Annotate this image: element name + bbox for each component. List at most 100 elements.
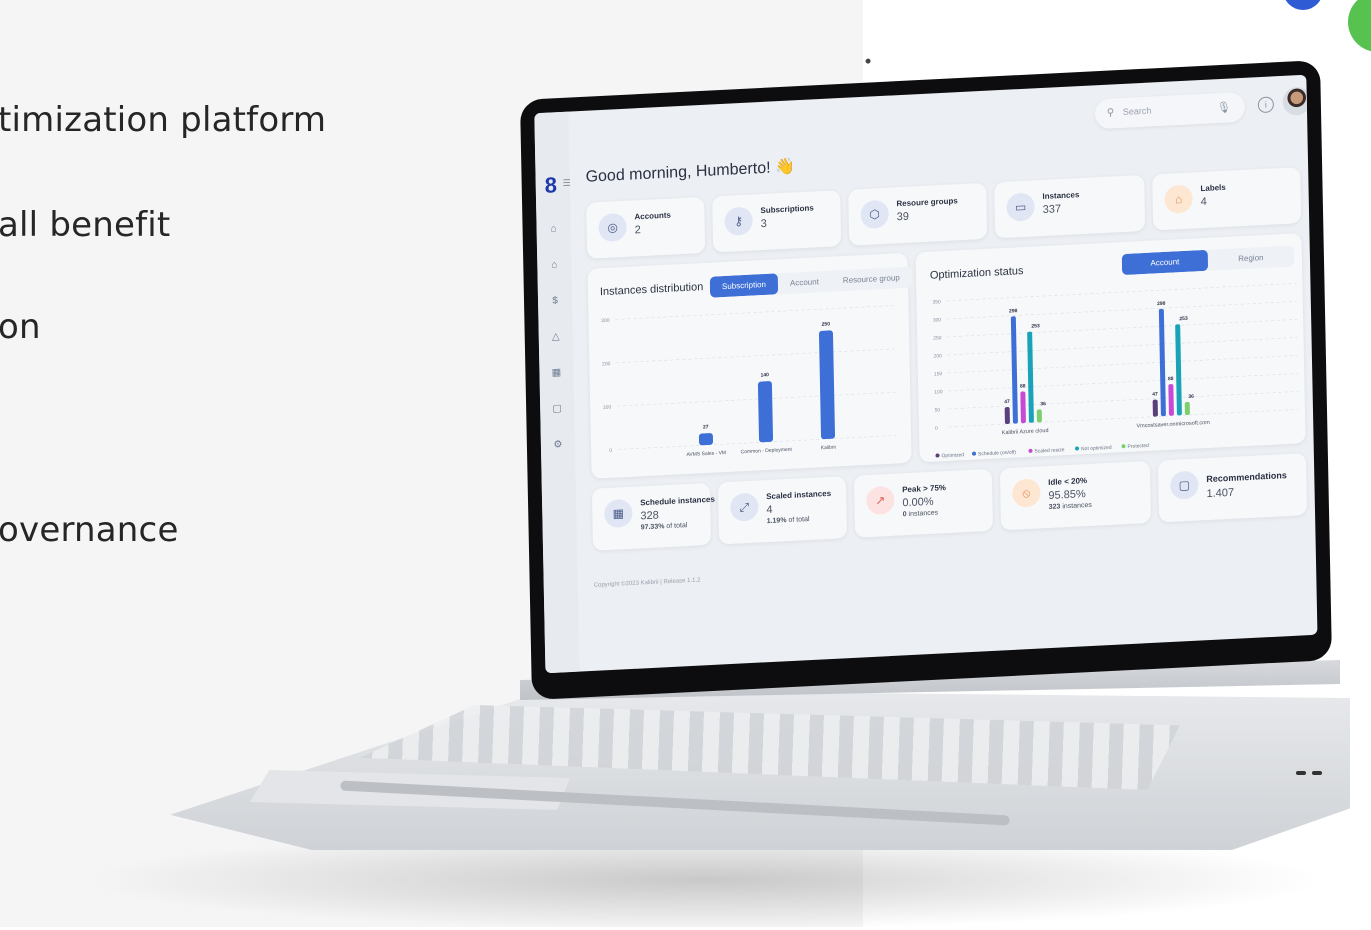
home-icon[interactable]: ⌂ [546, 222, 560, 237]
card-recommendations[interactable]: ▢ Recommendations 1.407 [1157, 453, 1308, 523]
legend-label: Scaled resize [1034, 447, 1064, 455]
slide-bullet-3: on [0, 307, 41, 347]
stat-value: 39 [896, 210, 910, 224]
y-tick-label: 200 [933, 353, 942, 359]
y-tick-label: 300 [933, 317, 942, 323]
tab-region[interactable]: Region [1208, 246, 1294, 271]
bar [698, 433, 714, 446]
bar [1020, 391, 1026, 424]
stat-value: 2 [634, 224, 641, 237]
card-value: 1.407 [1206, 486, 1235, 501]
card-value: 95.85% [1048, 488, 1086, 502]
bar [1158, 308, 1166, 417]
search-box[interactable]: ⚲ Search 🎙 [1094, 91, 1246, 130]
tab-subscription[interactable]: Subscription [709, 273, 779, 298]
data-label: 253 [1031, 323, 1040, 329]
app-logo[interactable]: 8 [544, 172, 557, 199]
card-scaled-instances[interactable]: ⤢ Scaled instances 4 1.19% of total [717, 476, 848, 545]
card-peak[interactable]: ↗ Peak > 75% 0.00% 0 instances [853, 468, 994, 538]
card-value: 328 [640, 509, 659, 523]
card-schedule-instances[interactable]: ▦ Schedule instances 328 97.33% of total [591, 482, 715, 551]
cloud-icon[interactable]: △ [549, 330, 563, 345]
cost-icon[interactable]: $ [548, 294, 562, 309]
block-icon: ⦸ [1012, 478, 1041, 508]
data-label: 88 [1168, 376, 1174, 382]
card-idle[interactable]: ⦸ Idle < 20% 95.85% 323 instances [999, 460, 1152, 531]
y-tick-label: 0 [609, 448, 612, 454]
expand-icon: ⤢ [730, 492, 759, 522]
y-tick-label: 300 [601, 318, 610, 324]
data-label: 36 [1188, 394, 1194, 400]
y-tick-label: 50 [935, 407, 941, 413]
slide-bullet-1: timization platform [0, 100, 327, 140]
legend-marker [1121, 444, 1126, 449]
card-subtext: 1.19% of total [766, 515, 810, 526]
building-icon[interactable]: ⌂ [547, 258, 561, 273]
y-tick-label: 200 [602, 361, 611, 367]
bar [1175, 324, 1182, 416]
data-label: 27 [703, 424, 709, 430]
bar [1168, 384, 1174, 416]
optimization-status-chart: 0 50 100 150 200 250 300 350 47 298 88 253 36 Kalibri… [932, 283, 1299, 459]
legend-marker [935, 453, 940, 458]
laptop-screen: 8 ☰ ⌂ ⌂ $ △ ▦ ▢ ⚙ Good morning, Humberto… [520, 58, 1332, 700]
stat-card-resource-groups[interactable]: ⬡ Resoure groups 39 [848, 182, 988, 246]
gridline [947, 319, 1298, 338]
data-label: 36 [1040, 401, 1046, 407]
info-icon[interactable]: i [1257, 96, 1274, 114]
stat-card-instances[interactable]: ▭ Instances 337 [994, 174, 1146, 239]
y-tick-label: 350 [932, 299, 941, 305]
stat-value: 3 [760, 217, 767, 231]
calendar-icon[interactable]: ▦ [549, 366, 563, 381]
bar [1010, 316, 1018, 424]
monitor-icon: ▭ [1006, 192, 1035, 222]
search-icon: ⚲ [1106, 107, 1115, 119]
globe-icon: ◎ [598, 212, 627, 243]
tab-resource-group[interactable]: Resource group [831, 267, 912, 292]
stat-title: Subscriptions [760, 203, 814, 216]
card-subtext: 97.33% of total [640, 522, 688, 532]
card-title: Peak > 75% [902, 483, 947, 495]
menu-toggle-icon[interactable]: ☰ [563, 178, 571, 189]
stat-card-accounts[interactable]: ◎ Accounts 2 [586, 196, 706, 259]
data-label: 298 [1009, 308, 1018, 314]
settings-icon[interactable]: ⚙ [551, 438, 565, 453]
tab-account[interactable]: Account [1121, 249, 1209, 276]
footer-copyright: Copyright ©2023 Kalibrii | Release 1.1.2 [593, 577, 701, 589]
microphone-icon[interactable]: 🎙 [1217, 101, 1231, 115]
x-tick-label: Kalibrii [821, 445, 836, 452]
decorative-blue-shape [1283, 0, 1323, 10]
gridline [948, 409, 1299, 428]
stat-value: 4 [1200, 195, 1207, 209]
bar [1036, 409, 1042, 423]
calendar-icon: ▦ [604, 498, 633, 529]
legend-marker [1028, 448, 1033, 453]
stat-title: Instances [1042, 190, 1080, 201]
gridline [946, 283, 1297, 302]
gridline [947, 355, 1298, 374]
legend-label: Protected [1127, 443, 1149, 450]
data-label: 88 [1020, 383, 1026, 389]
card-title: Idle < 20% [1048, 476, 1088, 487]
gridline [948, 391, 1299, 410]
card-subtext: 0 instances [902, 509, 939, 519]
data-label: 250 [822, 321, 831, 327]
chat-icon[interactable]: ▢ [550, 402, 564, 417]
stat-value: 337 [1042, 203, 1062, 216]
card-value: 0.00% [902, 495, 934, 510]
stat-card-labels[interactable]: ⌂ Labels 4 [1152, 167, 1302, 231]
legend-label: Optimized [941, 452, 964, 459]
legend-label: Not optimized [1081, 445, 1112, 453]
optimization-tabs: Account Region [1121, 245, 1295, 276]
instances-distribution-chart: 0 100 200 300 27 AVMS Sales - VM 140 Common - D… [601, 305, 897, 458]
legend-marker [1075, 446, 1080, 451]
gridline [618, 435, 897, 450]
tab-account[interactable]: Account [778, 271, 831, 295]
legend-marker [972, 451, 977, 456]
data-label: 47 [1004, 399, 1010, 405]
bar [1152, 399, 1158, 417]
webcam [865, 58, 871, 64]
stat-card-subscriptions[interactable]: ⚷ Subscriptions 3 [712, 190, 842, 253]
optimization-status-title: Optimization status [929, 265, 1024, 282]
greeting: Good morning, Humberto! 👋 [585, 158, 796, 186]
